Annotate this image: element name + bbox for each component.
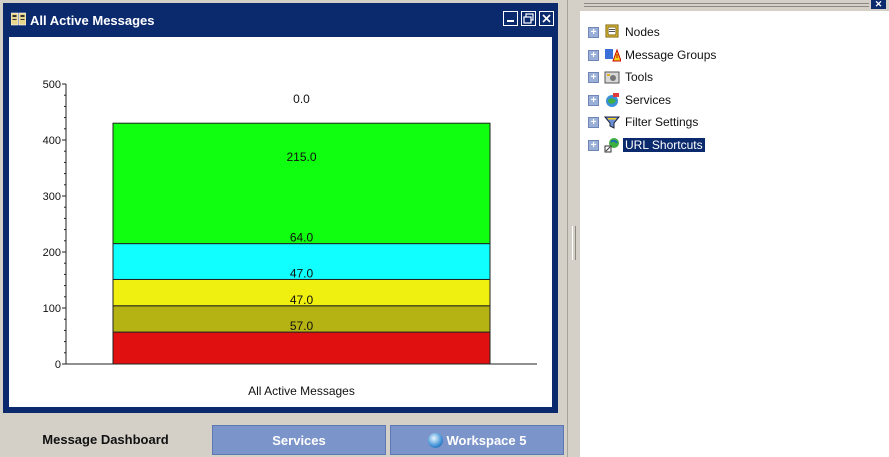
close-button[interactable]	[539, 11, 554, 26]
message-groups-icon	[605, 48, 621, 61]
data-label: 215.0	[286, 150, 316, 164]
tab-services[interactable]: Services	[212, 425, 386, 455]
bar-segment	[112, 122, 491, 245]
messages-icon	[11, 12, 26, 26]
url-shortcuts-icon	[604, 137, 619, 152]
expand-icon[interactable]: +	[588, 27, 599, 38]
x-axis-label: All Active Messages	[248, 384, 355, 398]
chart-area: 0 100 200 300 400 500 57.0 47.0 47.0 64.0 215.0 0.0…	[9, 37, 552, 407]
message-window: All Active Messages 0 100 200 300 400 500 57.0…	[3, 3, 558, 413]
globe-icon	[427, 433, 443, 448]
panel-close-button[interactable]: ✕	[871, 0, 886, 9]
expand-icon[interactable]: +	[588, 117, 599, 128]
data-label: 57.0	[290, 319, 314, 333]
y-tick-label: 100	[43, 303, 61, 315]
window-title: All Active Messages	[30, 13, 155, 28]
tab-message-dashboard[interactable]: Message Dashboard	[3, 423, 208, 457]
minimize-button[interactable]	[503, 11, 518, 26]
divider-grip[interactable]	[572, 226, 576, 260]
tab-label: Services	[272, 433, 326, 448]
y-tick-label: 500	[43, 79, 61, 91]
y-tick-label: 200	[43, 247, 61, 259]
expand-icon[interactable]: +	[588, 49, 599, 61]
tree-item-label: Filter Settings	[625, 115, 699, 129]
data-label: 0.0	[293, 92, 310, 106]
panel-header: ✕	[580, 0, 889, 11]
tab-label: Workspace 5	[446, 433, 527, 448]
close-icon: ✕	[874, 0, 883, 9]
tab-workspace-5[interactable]: Workspace 5	[390, 425, 564, 455]
expand-icon[interactable]: +	[588, 94, 599, 106]
tree-item-label: Nodes	[625, 25, 660, 39]
window-titlebar[interactable]: All Active Messages	[3, 3, 558, 37]
tree-item-label: Message Groups	[625, 47, 717, 62]
tree-panel: ✕ + Nodes + Message Groups + Tools + Ser…	[580, 0, 889, 457]
tab-label: Message Dashboard	[42, 432, 169, 447]
expand-icon[interactable]: +	[588, 72, 599, 83]
tools-icon	[604, 71, 620, 84]
header-line	[584, 3, 869, 4]
tree-item-label: URL Shortcuts	[623, 137, 705, 152]
workspace-tabs: Message Dashboard Services Workspace 5	[0, 421, 567, 457]
data-label: 47.0	[290, 266, 314, 280]
data-label: 47.0	[290, 293, 314, 307]
y-tick-label: 0	[55, 359, 61, 371]
stacked-bar-chart: 0 100 200 300 400 500 57.0 47.0 47.0 64.0 215.0 0.0…	[43, 79, 537, 398]
restore-icon	[523, 13, 534, 24]
bar-segment	[112, 331, 491, 365]
tree-item-label: Tools	[625, 70, 654, 84]
y-tick-label: 400	[43, 135, 61, 147]
nodes-icon	[605, 24, 619, 38]
data-label: 64.0	[290, 231, 314, 245]
close-icon	[542, 14, 551, 23]
tree-item-label: Services	[625, 92, 672, 107]
services-icon	[606, 92, 619, 107]
y-tick-label: 300	[43, 191, 61, 203]
expand-icon[interactable]: +	[588, 139, 599, 151]
restore-button[interactable]	[521, 11, 536, 26]
filter-icon	[604, 116, 621, 129]
header-line	[584, 6, 869, 7]
minimize-icon	[507, 20, 514, 22]
left-pane: All Active Messages 0 100 200 300 400 500 57.0…	[0, 0, 567, 457]
